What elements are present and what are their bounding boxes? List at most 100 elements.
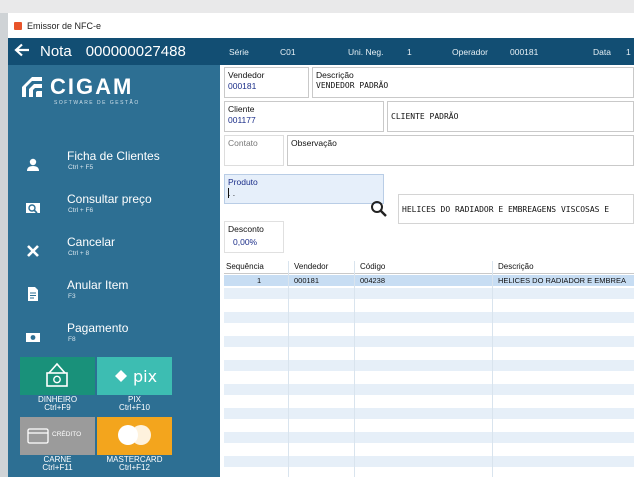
produto-value: . . <box>228 188 236 198</box>
empty-table-row <box>224 396 634 408</box>
menu-shortcut: F8 <box>68 336 76 343</box>
cigam-logo-mark-icon <box>22 77 42 97</box>
vendedor-label: Vendedor <box>228 70 265 80</box>
logo-word: CIGAM <box>50 74 134 99</box>
menu-label: Anular Item <box>67 278 129 292</box>
menu-label: Pagamento <box>67 321 129 335</box>
cliente-name-field: CLIENTE PADRÃO <box>387 101 634 132</box>
data-value: 1 <box>626 47 631 57</box>
vendedor-value: 000181 <box>228 81 257 91</box>
observacao-label: Observação <box>291 138 337 148</box>
mastercard-icon <box>118 425 151 445</box>
menu-label: Consultar preço <box>67 192 152 206</box>
pay-tile-mastercard[interactable] <box>97 417 172 455</box>
pay-tile-dinheiro[interactable] <box>20 357 95 395</box>
menu-consultar-preco[interactable]: Consultar preço Ctrl + F6 <box>8 188 220 228</box>
col-divider <box>354 261 355 477</box>
pay-pix-shortcut: Ctrl+F10 <box>119 403 150 412</box>
vendedor-field[interactable]: Vendedor 000181 <box>224 67 309 98</box>
grid-header: Sequência Vendedor Código Descrição <box>224 261 634 274</box>
cash-icon <box>46 362 68 387</box>
produto-description: HELICES DO RADIADOR E EMBREAGENS VISCOSA… <box>402 205 610 214</box>
descricao-field: Descrição VENDEDOR PADRÃO <box>312 67 634 98</box>
price-lookup-icon <box>26 203 40 214</box>
menu-label: Cancelar <box>67 235 116 249</box>
pay-dinheiro-shortcut: Ctrl+F9 <box>44 403 71 412</box>
empty-table-row <box>224 384 634 396</box>
empty-table-row <box>224 372 634 384</box>
invoice-header: Nota 000000027488 Série C01 Uni. Neg. 1 … <box>8 38 634 65</box>
pix-tile-text: pix <box>133 367 158 386</box>
empty-table-row <box>224 408 634 420</box>
back-arrow-icon[interactable] <box>14 38 30 65</box>
empty-table-row <box>224 468 634 477</box>
serie-label: Série <box>229 47 249 57</box>
desconto-label: Desconto <box>228 224 264 234</box>
col-sequencia[interactable]: Sequência <box>226 262 264 271</box>
pay-tile-carne[interactable]: CRÉDITO <box>20 417 95 455</box>
data-label: Data <box>593 47 611 57</box>
cliente-label: Cliente <box>228 104 255 114</box>
menu-anular-item[interactable]: Anular Item F3 <box>8 274 220 314</box>
pay-tile-pix[interactable]: pix <box>97 357 172 395</box>
col-codigo[interactable]: Código <box>360 262 385 271</box>
desconto-field[interactable]: Desconto 0,00% <box>224 221 284 253</box>
empty-table-row <box>224 360 634 372</box>
cliente-value: 001177 <box>228 115 256 125</box>
document-icon <box>28 287 38 301</box>
observacao-field[interactable]: Observação <box>287 135 634 166</box>
empty-table-row <box>224 456 634 468</box>
menu-ficha-clientes[interactable]: Ficha de Clientes Ctrl + F5 <box>8 145 220 185</box>
app-window: Emissor de NFC-e Nota 000000027488 Série… <box>8 13 634 477</box>
empty-table-row <box>224 432 634 444</box>
search-icon[interactable] <box>370 200 388 218</box>
credito-tile-text: CRÉDITO <box>52 431 82 438</box>
empty-table-row <box>224 336 634 348</box>
title-bar: Emissor de NFC-e <box>8 13 634 38</box>
empty-table-row <box>224 312 634 324</box>
menu-shortcut: Ctrl + F5 <box>68 164 94 171</box>
main-panel: Vendedor 000181 Descrição VENDEDOR PADRÃ… <box>220 65 634 477</box>
cell-sequencia: 1 <box>257 276 262 285</box>
contato-field[interactable]: Contato <box>224 135 284 166</box>
pay-mastercard-shortcut: Ctrl+F12 <box>119 463 150 472</box>
menu-label: Ficha de Clientes <box>67 149 160 163</box>
cigam-logo: CIGAM SOFTWARE DE GESTÃO <box>20 74 138 115</box>
cliente-name: CLIENTE PADRÃO <box>391 112 459 121</box>
back-arrow-icon-svg <box>14 43 29 57</box>
produto-description-field: HELICES DO RADIADOR E EMBREAGENS VISCOSA… <box>398 194 634 224</box>
empty-table-row <box>224 300 634 312</box>
empty-table-row <box>224 288 634 300</box>
col-descricao[interactable]: Descrição <box>498 262 534 271</box>
menu-pagamento[interactable]: Pagamento F8 <box>8 317 220 357</box>
menu-cancelar[interactable]: Cancelar Ctrl + 8 <box>8 231 220 271</box>
window-title: Emissor de NFC-e <box>27 20 102 31</box>
col-divider <box>288 261 289 477</box>
descricao-value: VENDEDOR PADRÃO <box>316 81 389 90</box>
unineg-value: 1 <box>407 47 412 57</box>
items-grid: Sequência Vendedor Código Descrição 1 00… <box>224 261 634 477</box>
empty-table-row <box>224 420 634 432</box>
contato-label: Contato <box>228 138 258 148</box>
produto-label: Produto <box>228 177 258 187</box>
table-row[interactable]: 1 000181 004238 HELICES DO RADIADOR E EM… <box>224 275 634 287</box>
desconto-value: 0,00% <box>233 237 258 247</box>
payment-icon <box>26 333 40 342</box>
nota-label: Nota <box>40 43 72 60</box>
menu-shortcut: F3 <box>68 293 76 300</box>
produto-field[interactable]: Produto . . <box>224 174 384 204</box>
menu-shortcut: Ctrl + F6 <box>68 207 94 214</box>
app-icon <box>14 21 22 30</box>
empty-table-row <box>224 444 634 456</box>
menu-shortcut: Ctrl + 8 <box>68 250 90 257</box>
operador-label: Operador <box>452 47 488 57</box>
pay-carne-shortcut: Ctrl+F11 <box>42 463 73 472</box>
descricao-label: Descrição <box>316 70 354 80</box>
logo-subtitle: SOFTWARE DE GESTÃO <box>54 100 140 106</box>
cliente-field[interactable]: Cliente 001177 <box>224 101 384 132</box>
col-vendedor[interactable]: Vendedor <box>294 262 328 271</box>
close-icon <box>27 245 39 257</box>
sidebar: CIGAM SOFTWARE DE GESTÃO Ficha de Client… <box>8 65 220 477</box>
serie-value: C01 <box>280 47 296 57</box>
col-divider <box>492 261 493 477</box>
